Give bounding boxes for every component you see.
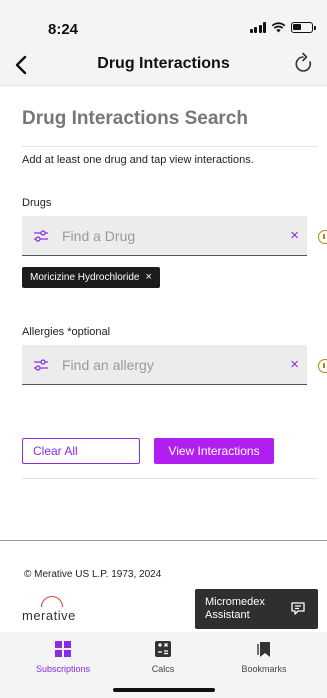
logo-text: merative [22, 608, 76, 623]
allergy-search-input[interactable] [62, 355, 272, 375]
status-icons [249, 22, 316, 33]
selected-drug-name: Moricizine Hydrochloride [30, 272, 140, 283]
filter-sliders-icon [34, 230, 48, 242]
divider [22, 478, 318, 479]
divider [22, 146, 318, 147]
allergy-info-icon[interactable] [318, 359, 327, 373]
clear-drug-search-icon[interactable]: × [290, 227, 299, 245]
cellular-signal-icon [249, 22, 266, 33]
battery-icon [291, 22, 316, 33]
merative-logo: merative [22, 596, 82, 624]
nav-bar: Drug Interactions [0, 46, 327, 86]
home-indicator [113, 688, 215, 692]
tab-label: Bookmarks [241, 664, 287, 674]
tab-subscriptions[interactable]: Subscriptions [23, 640, 103, 674]
instructions-text: Add at least one drug and tap view inter… [22, 154, 254, 166]
calculator-icon [155, 641, 171, 657]
selected-drug-chip: Moricizine Hydrochloride × [22, 267, 160, 288]
assistant-label: Micromedex Assistant [205, 596, 265, 621]
allergies-label: Allergies *optional [22, 326, 111, 338]
refresh-icon[interactable] [293, 52, 315, 76]
tab-label: Calcs [151, 664, 175, 674]
view-interactions-button[interactable]: View Interactions [154, 438, 274, 464]
drug-info-icon[interactable] [318, 230, 327, 244]
micromedex-assistant-button[interactable]: Micromedex Assistant [195, 589, 318, 629]
footer-divider [0, 540, 327, 541]
drugs-label: Drugs [22, 197, 52, 209]
tab-label: Subscriptions [35, 664, 91, 674]
drug-search-field[interactable]: × [22, 216, 307, 256]
nav-title: Drug Interactions [97, 55, 230, 72]
bookmark-icon [257, 642, 270, 657]
tab-calcs[interactable]: Calcs [123, 640, 203, 674]
copyright-text: © Merative US L.P. 1973, 2024 [24, 569, 162, 580]
chat-icon [291, 602, 305, 615]
grid-icon [55, 641, 71, 657]
allergy-search-field[interactable]: × [22, 345, 307, 385]
remove-drug-icon[interactable]: × [145, 272, 151, 283]
drug-search-input[interactable] [62, 226, 272, 246]
status-time: 8:24 [48, 21, 79, 38]
wifi-icon [271, 22, 286, 33]
clear-allergy-search-icon[interactable]: × [290, 356, 299, 374]
clear-all-button[interactable]: Clear All [22, 438, 140, 464]
status-bar: 8:24 [0, 0, 327, 46]
tab-bookmarks[interactable]: Bookmarks [224, 640, 304, 674]
page-title: Drug Interactions Search [22, 108, 248, 129]
filter-sliders-icon [34, 359, 48, 371]
